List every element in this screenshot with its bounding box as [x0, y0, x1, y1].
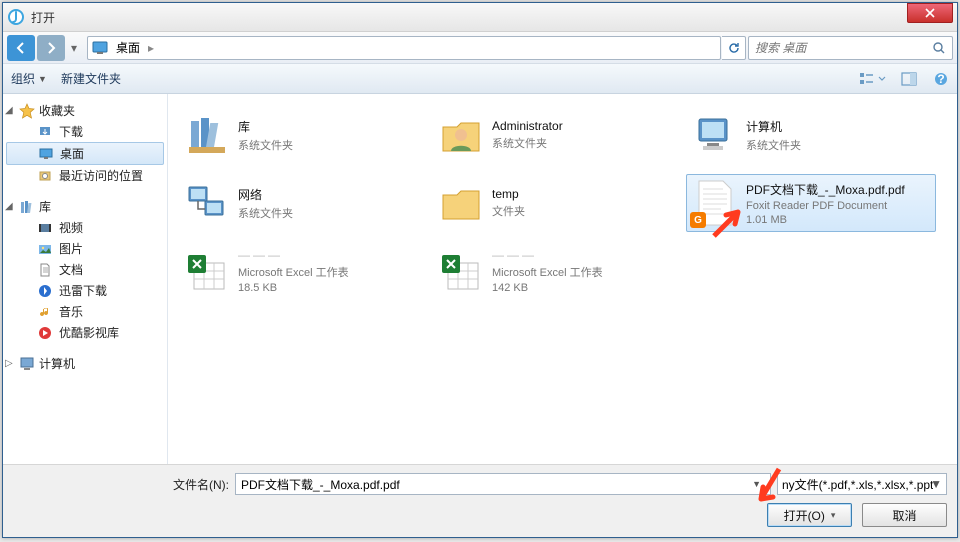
sidebar-item-recent[interactable]: 最近访问的位置 — [3, 165, 167, 186]
organize-menu[interactable]: 组织 ▼ — [11, 70, 47, 87]
chevron-right-icon: ▸ — [146, 41, 156, 55]
libraries-icon — [184, 112, 230, 158]
pdf-icon: G — [692, 180, 738, 226]
desktop-icon — [88, 41, 110, 55]
file-item-network[interactable]: 网络系统文件夹 — [178, 174, 428, 232]
file-item-excel[interactable]: ———Microsoft Excel 工作表18.5 KB — [178, 242, 428, 300]
breadcrumb-segment[interactable]: 桌面 — [110, 39, 146, 56]
search-icon — [926, 41, 952, 55]
filename-label: 文件名(N): — [13, 476, 229, 493]
excel-icon — [184, 248, 230, 294]
sidebar-item-youku[interactable]: 优酷影视库 — [3, 322, 167, 343]
navigation-bar: ▾ 桌面 ▸ — [3, 32, 957, 64]
sidebar-item-pictures[interactable]: 图片 — [3, 238, 167, 259]
sidebar-item-desktop[interactable]: 桌面 — [6, 142, 164, 165]
computer-icon — [692, 112, 738, 158]
video-icon — [37, 220, 53, 236]
sidebar-item-videos[interactable]: 视频 — [3, 217, 167, 238]
arrow-left-icon — [13, 40, 29, 56]
arrow-right-icon — [43, 40, 59, 56]
xunlei-icon — [37, 283, 53, 299]
chevron-down-icon[interactable]: ▼ — [748, 479, 765, 489]
navigation-pane: ◢ 收藏夹 下载 桌面 最近访问的位置 — [3, 94, 168, 464]
view-options-button[interactable] — [859, 71, 887, 87]
documents-icon — [37, 262, 53, 278]
back-button[interactable] — [7, 35, 35, 61]
filename-input[interactable]: PDF文档下载_-_Moxa.pdf.pdf ▼ — [235, 473, 771, 495]
file-item-folder[interactable]: temp文件夹 — [432, 174, 682, 232]
sidebar-item-downloads[interactable]: 下载 — [3, 121, 167, 142]
star-icon — [19, 103, 35, 119]
cancel-button[interactable]: 取消 — [862, 503, 947, 527]
excel-icon — [438, 248, 484, 294]
sidebar-group-favorites[interactable]: ◢ 收藏夹 — [3, 100, 167, 121]
computer-icon — [19, 356, 35, 372]
chevron-down-icon: ▼ — [930, 477, 942, 491]
titlebar: 打开 — [3, 3, 957, 32]
search-input[interactable] — [749, 41, 926, 55]
file-item-excel[interactable]: ———Microsoft Excel 工作表142 KB — [432, 242, 682, 300]
download-icon — [37, 124, 53, 140]
collapse-icon: ◢ — [5, 201, 15, 212]
sidebar-group-libraries[interactable]: ◢ 库 — [3, 196, 167, 217]
history-dropdown[interactable]: ▾ — [67, 41, 81, 55]
open-button[interactable]: 打开(O)▾ — [767, 503, 852, 527]
preview-pane-button[interactable] — [901, 71, 919, 87]
forward-button[interactable] — [37, 35, 65, 61]
sidebar-item-documents[interactable]: 文档 — [3, 259, 167, 280]
file-item-libraries[interactable]: 库系统文件夹 — [178, 106, 428, 164]
collapse-icon: ◢ — [5, 105, 15, 116]
folder-icon — [438, 180, 484, 226]
sidebar-group-computer[interactable]: ▷ 计算机 — [3, 353, 167, 374]
expand-icon: ▷ — [5, 358, 15, 369]
desktop-icon — [38, 146, 54, 162]
sidebar-item-music[interactable]: 音乐 — [3, 301, 167, 322]
refresh-icon — [727, 41, 741, 55]
files-list[interactable]: 库系统文件夹 Administrator系统文件夹 计算机系统文件夹 网络系统文… — [168, 94, 957, 464]
breadcrumb[interactable]: 桌面 ▸ — [87, 36, 721, 60]
file-item-pdf[interactable]: G PDF文档下载_-_Moxa.pdf.pdfFoxit Reader PDF… — [686, 174, 936, 232]
new-folder-button[interactable]: 新建文件夹 — [61, 70, 121, 87]
file-item-user[interactable]: Administrator系统文件夹 — [432, 106, 682, 164]
youku-icon — [37, 325, 53, 341]
music-icon — [37, 304, 53, 320]
app-icon — [7, 8, 25, 26]
close-button[interactable] — [907, 3, 953, 23]
dialog-footer: 文件名(N): PDF文档下载_-_Moxa.pdf.pdf ▼ ny文件(*.… — [3, 464, 957, 537]
file-type-filter[interactable]: ny文件(*.pdf,*.xls,*.xlsx,*.ppt ▼ — [777, 473, 947, 495]
svg-text:?: ? — [937, 72, 944, 86]
refresh-button[interactable] — [722, 36, 746, 60]
toolbar: 组织 ▼ 新建文件夹 ? — [3, 64, 957, 94]
file-item-computer[interactable]: 计算机系统文件夹 — [686, 106, 936, 164]
network-icon — [184, 180, 230, 226]
sidebar-item-xunlei[interactable]: 迅雷下载 — [3, 280, 167, 301]
search-box[interactable] — [748, 36, 953, 60]
user-folder-icon — [438, 112, 484, 158]
dialog-body: ◢ 收藏夹 下载 桌面 最近访问的位置 — [3, 94, 957, 464]
close-icon — [924, 8, 936, 18]
window-title: 打开 — [31, 9, 907, 26]
libraries-icon — [19, 199, 35, 215]
help-button[interactable]: ? — [933, 71, 949, 87]
recent-icon — [37, 168, 53, 184]
pictures-icon — [37, 241, 53, 257]
open-file-dialog: 打开 ▾ 桌面 ▸ 组织 ▼ — [2, 2, 958, 538]
